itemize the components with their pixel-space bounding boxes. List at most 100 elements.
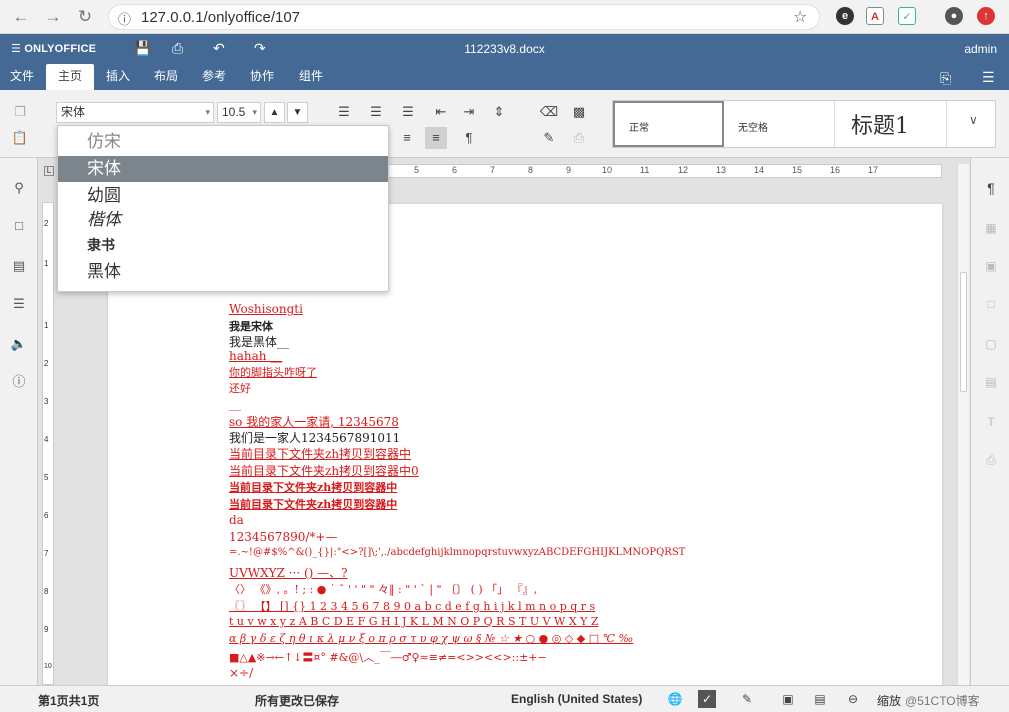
arrow-left-icon[interactable]: ← xyxy=(10,6,32,28)
text-art-icon[interactable]: T xyxy=(981,412,1001,432)
numbered-list-icon[interactable]: ☰ xyxy=(365,101,387,123)
style-normal[interactable]: 正常 xyxy=(613,101,724,147)
ruler-mark: 8 xyxy=(528,165,534,175)
update-icon[interactable]: ↑ xyxy=(977,7,995,25)
tab-file[interactable]: 文件 xyxy=(2,64,42,90)
tab-references[interactable]: 参考 xyxy=(194,64,234,90)
ruler-mark: 15 xyxy=(792,165,803,175)
style-heading1[interactable]: 标题1 xyxy=(835,101,947,147)
style-no-spacing[interactable]: 无空格 xyxy=(724,101,835,147)
tab-layout[interactable]: 布局 xyxy=(146,64,186,90)
watermark: @51CTO博客 xyxy=(905,694,980,708)
feedback-icon[interactable]: 🔈 xyxy=(9,334,29,354)
doc-line: hahah __ xyxy=(229,349,283,363)
extension-e-icon[interactable]: e xyxy=(836,7,854,25)
globe-icon[interactable]: 🌐 xyxy=(666,690,684,708)
extension-shield-icon[interactable]: ✓ xyxy=(898,7,916,25)
bullet-list-icon[interactable]: ☰ xyxy=(333,101,355,123)
increase-size-button[interactable]: ▲ xyxy=(264,102,285,123)
tab-home[interactable]: 主页 xyxy=(46,64,94,90)
open-location-icon[interactable]: ⎘ xyxy=(940,70,951,87)
copy-icon[interactable]: ❐ xyxy=(9,101,31,123)
font-option-selected[interactable]: 宋体 xyxy=(58,156,388,182)
table-settings-icon[interactable]: ▦ xyxy=(981,218,1001,238)
menu-icon[interactable]: ☰ xyxy=(982,69,995,86)
info-icon[interactable]: ⓘ xyxy=(118,9,131,28)
star-icon[interactable]: ☆ xyxy=(793,7,807,27)
track-changes-icon[interactable]: ✎ xyxy=(738,690,756,708)
tab-collaboration[interactable]: 协作 xyxy=(242,64,282,90)
ruler-mark: 10 xyxy=(602,165,613,175)
vertical-ruler[interactable]: 2 1 1 2 3 4 5 6 7 8 9 10 xyxy=(42,202,54,685)
vertical-scrollbar[interactable] xyxy=(957,164,969,685)
tab-plugins[interactable]: 组件 xyxy=(291,64,331,90)
language-select[interactable]: English (United States) xyxy=(511,692,642,706)
status-bar: 第1页共1页 所有更改已保存 English (United States) 🌐… xyxy=(0,685,1009,712)
chevron-down-icon: ▾ xyxy=(205,107,210,117)
fit-page-icon[interactable]: ▣ xyxy=(779,690,797,708)
doc-line: UVWXYZ ··· () —、? xyxy=(229,566,348,580)
font-size-select[interactable]: 10.5 ▾ xyxy=(217,102,261,123)
font-option[interactable]: 黑体 xyxy=(58,259,388,285)
ruler-mark: 13 xyxy=(716,165,727,175)
eraser-icon[interactable]: ⌫ xyxy=(538,101,560,123)
paste-icon[interactable]: 📋 xyxy=(9,127,31,149)
fit-width-icon[interactable]: ▤ xyxy=(811,690,829,708)
reload-icon[interactable]: ↻ xyxy=(74,6,96,28)
doc-line: da xyxy=(229,513,244,527)
tab-insert[interactable]: 插入 xyxy=(98,64,138,90)
navigation-icon[interactable]: ☰ xyxy=(9,294,29,314)
doc-line: 我是宋体 xyxy=(229,320,273,333)
doc-line: 当前目录下文件夹zh拷贝到容器中 xyxy=(229,498,398,511)
justify-icon[interactable]: ≡ xyxy=(425,127,447,149)
mail-merge-icon[interactable]: ⎙ xyxy=(981,450,1001,470)
font-option[interactable]: 楷体 xyxy=(58,207,388,233)
left-sidebar: ⚲ □ ▤ ☰ 🔈 ⓘ xyxy=(0,158,38,685)
ruler-mark: 7 xyxy=(44,549,49,558)
ruler-mark: 14 xyxy=(754,165,765,175)
align-right-icon[interactable]: ≡ xyxy=(396,127,418,149)
increase-indent-icon[interactable]: ⇥ xyxy=(458,101,480,123)
image-settings-icon[interactable]: ▣ xyxy=(981,256,1001,276)
style-gallery: 正常 无空格 标题1 ∨ xyxy=(612,100,996,148)
chevron-down-icon: ▾ xyxy=(252,107,257,117)
doc-line: 你的脚指头咋呀了 xyxy=(229,366,317,379)
doc-line: 当前目录下文件夹zh拷贝到容器中 xyxy=(229,447,412,461)
search-icon[interactable]: ⚲ xyxy=(9,178,29,198)
ruler-mark: 9 xyxy=(44,625,49,634)
font-option[interactable]: 仿宋 xyxy=(58,129,388,155)
multilevel-list-icon[interactable]: ☰ xyxy=(397,101,419,123)
spellcheck-icon[interactable]: ✓ xyxy=(698,690,716,708)
doc-line: 还好 xyxy=(229,382,251,395)
chat-icon[interactable]: ▤ xyxy=(9,256,29,276)
line-spacing-icon[interactable]: ⇕ xyxy=(488,101,510,123)
page-info[interactable]: 第1页共1页 xyxy=(38,692,99,709)
user-name[interactable]: admin xyxy=(964,42,997,56)
comment-icon[interactable]: □ xyxy=(9,216,29,236)
chevron-down-icon[interactable]: ∨ xyxy=(969,113,978,127)
shading-icon[interactable]: ▩ xyxy=(568,101,590,123)
profile-icon[interactable]: ● xyxy=(945,7,963,25)
shape-settings-icon[interactable]: ▢ xyxy=(981,334,1001,354)
decrease-indent-icon[interactable]: ⇤ xyxy=(430,101,452,123)
header-footer-icon[interactable]: □ xyxy=(981,294,1001,314)
arrow-right-icon[interactable]: → xyxy=(42,6,64,28)
ruler-mark: 11 xyxy=(640,165,650,175)
paragraph-mark-icon[interactable]: ¶ xyxy=(458,127,480,149)
extension-a-icon[interactable]: A xyxy=(866,7,884,25)
scrollbar-thumb[interactable] xyxy=(960,272,967,392)
font-name-select[interactable]: 宋体 ▾ xyxy=(56,102,214,123)
address-bar[interactable]: ⓘ 127.0.0.1/onlyoffice/107 ☆ xyxy=(108,4,820,30)
font-option[interactable]: 隶书 xyxy=(58,233,388,259)
chart-settings-icon[interactable]: ▤ xyxy=(981,372,1001,392)
style-heading1-label: 标题1 xyxy=(851,114,909,139)
format-painter-icon[interactable]: ✎ xyxy=(538,127,560,149)
doc-line: 我们是一家人1234567891011 xyxy=(229,431,401,445)
paragraph-settings-icon[interactable]: ¶ xyxy=(981,178,1001,198)
info-icon[interactable]: ⓘ xyxy=(9,372,29,392)
tab-stop-icon[interactable]: L xyxy=(44,166,54,176)
decrease-size-button[interactable]: ▼ xyxy=(287,102,308,123)
font-option[interactable]: 幼圆 xyxy=(58,183,388,209)
zoom-out-icon[interactable]: ⊖ xyxy=(844,690,862,708)
mail-merge-icon[interactable]: ⎙ xyxy=(568,127,590,149)
